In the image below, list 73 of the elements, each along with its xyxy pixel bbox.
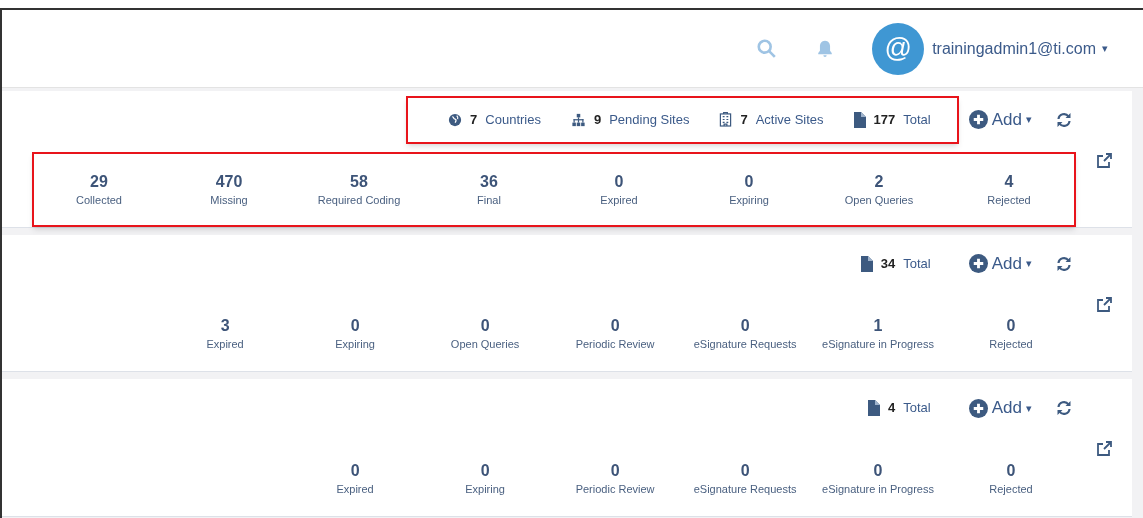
stat-label: eSignature in Progress — [822, 336, 934, 352]
stat-value: 36 — [480, 171, 498, 192]
stat-value: 0 — [610, 460, 620, 481]
stat-value: 470 — [215, 171, 243, 192]
stat-value: 0 — [480, 315, 490, 336]
stat-value: 0 — [1006, 315, 1016, 336]
stat-label: Periodic Review — [575, 481, 655, 497]
stat-label: Open Queries — [844, 192, 914, 208]
count: 177 — [873, 110, 896, 129]
summary-label: Countries — [485, 110, 541, 129]
stat-value: 29 — [90, 171, 108, 192]
stat-label: Expired — [600, 192, 638, 208]
plus-circle-icon — [968, 254, 988, 273]
count: 9 — [593, 110, 602, 129]
building-icon — [719, 112, 733, 127]
stat-label: Expiring — [465, 481, 505, 497]
stat-value: 4 — [1004, 171, 1014, 192]
refresh-icon[interactable] — [1056, 255, 1072, 272]
refresh-icon[interactable] — [1056, 400, 1072, 416]
external-link-icon[interactable] — [1096, 441, 1112, 457]
external-link-icon[interactable] — [1096, 153, 1112, 169]
stat-label: Collected — [76, 192, 122, 208]
stat-label: Required Coding — [317, 192, 401, 208]
plus-circle-icon — [968, 110, 988, 129]
stat-value: 0 — [610, 315, 620, 336]
file-icon — [853, 111, 866, 128]
file-icon — [868, 400, 881, 416]
stat-label: Expired — [206, 336, 244, 352]
stat-label: Expiring — [335, 336, 375, 352]
stat-value: 2 — [874, 171, 884, 192]
summary-label: Total — [903, 254, 931, 273]
sitemap-icon — [570, 112, 586, 127]
summary-label: Pending Sites — [609, 110, 690, 129]
file-icon — [860, 255, 873, 272]
stat-value: 3 — [220, 315, 230, 336]
stat-value: 0 — [350, 315, 360, 336]
stat-value: 1 — [873, 315, 883, 336]
stat-label: Expiring — [729, 192, 769, 208]
stat-value: 0 — [614, 171, 624, 192]
stat-label: eSignature Requests — [693, 481, 797, 497]
summary-label: Total — [903, 110, 931, 129]
summary-label: Total — [903, 399, 931, 418]
add-button[interactable]: Add ▾ — [968, 395, 1032, 421]
stat-label: Expired — [336, 481, 374, 497]
stat-value: 0 — [740, 460, 750, 481]
stat-value: 0 — [480, 460, 490, 481]
stat-label: Rejected — [989, 336, 1033, 352]
stat-value: 0 — [873, 460, 883, 481]
external-link-icon[interactable] — [1096, 297, 1112, 313]
stat-label: Missing — [210, 192, 248, 208]
count: 7 — [740, 110, 748, 129]
stat-label: Final — [477, 192, 501, 208]
plus-circle-icon — [968, 398, 988, 418]
stat-value: 0 — [1006, 460, 1016, 481]
user-menu[interactable]: trainingadmin1@ti.com ▾ — [932, 36, 1108, 61]
stat-value: 0 — [744, 171, 754, 192]
count: 7 — [470, 110, 478, 129]
refresh-icon[interactable] — [1056, 111, 1072, 128]
stat-label: Rejected — [989, 481, 1033, 497]
stat-value: 0 — [350, 460, 360, 481]
stat-label: Rejected — [987, 192, 1031, 208]
stat-value: 0 — [740, 315, 750, 336]
add-button[interactable]: Add ▾ — [968, 250, 1032, 277]
count: 34 — [880, 254, 896, 273]
globe-icon — [448, 112, 463, 127]
stat-label: Open Queries — [450, 336, 520, 352]
count: 4 — [888, 399, 896, 418]
stat-label: eSignature in Progress — [822, 481, 934, 497]
add-button[interactable]: Add ▾ — [968, 106, 1032, 133]
stat-value: 58 — [350, 171, 368, 192]
stat-label: eSignature Requests — [693, 336, 797, 352]
stat-label: Periodic Review — [575, 336, 655, 352]
summary-label: Active Sites — [755, 110, 824, 129]
